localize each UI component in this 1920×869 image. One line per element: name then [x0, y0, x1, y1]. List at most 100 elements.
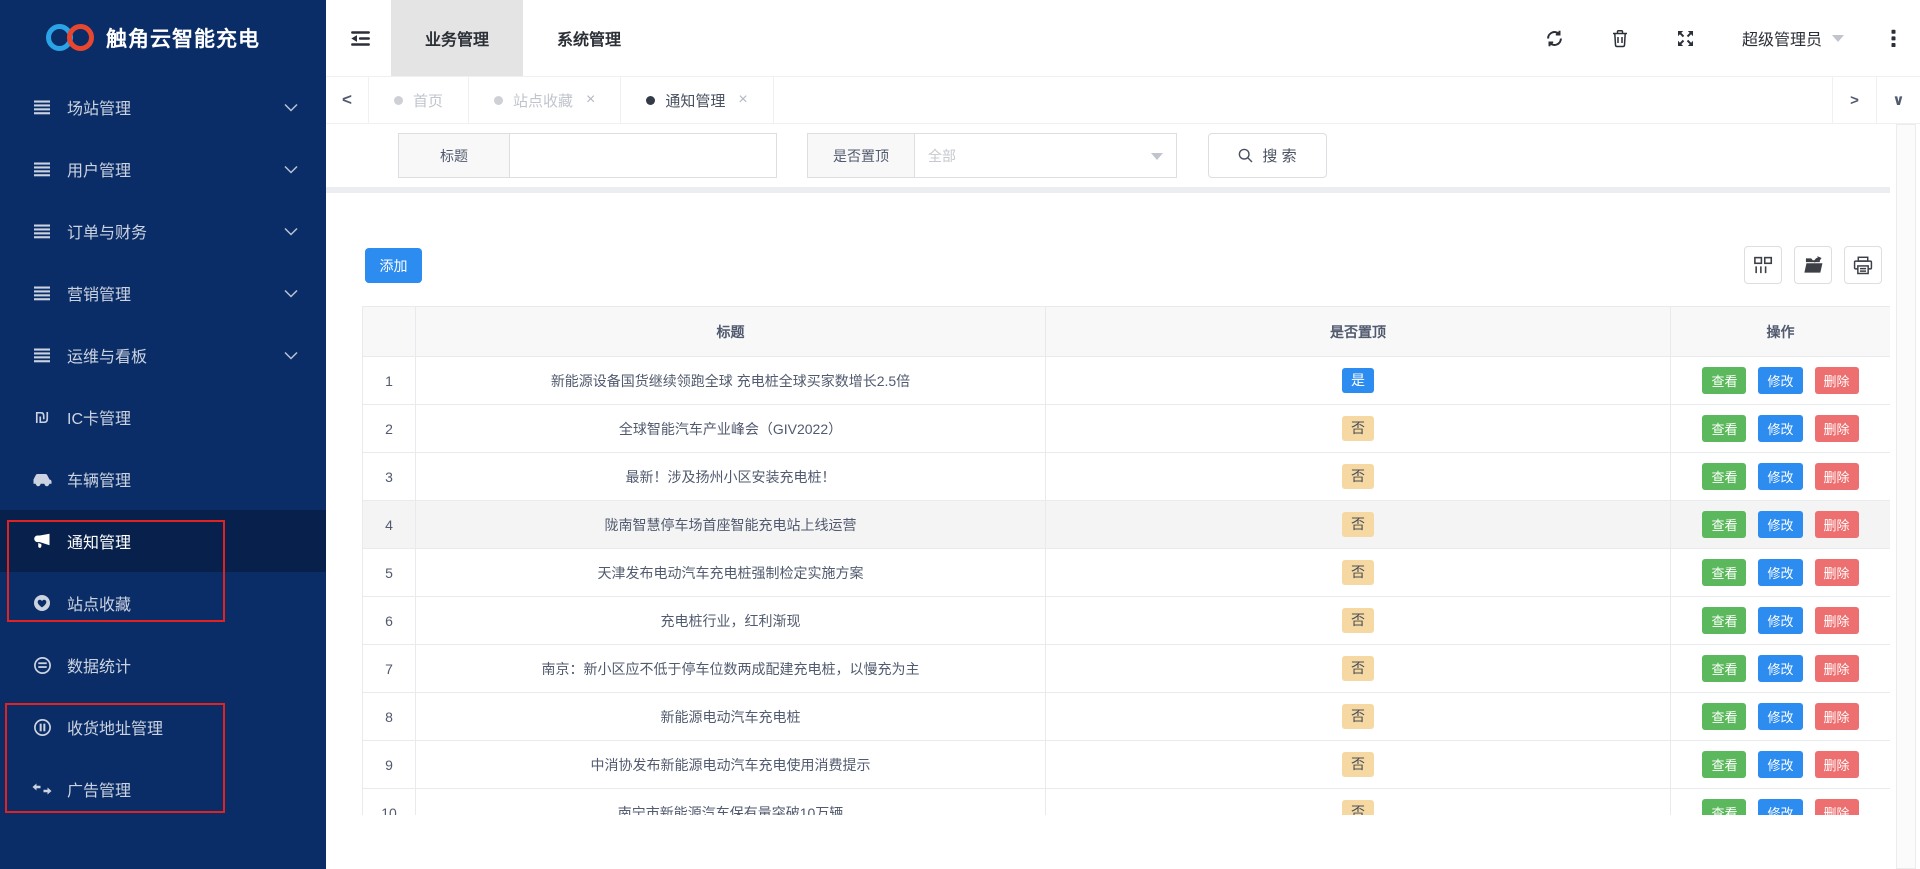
refresh-icon[interactable] — [1545, 29, 1564, 48]
delete-button[interactable]: 删除 — [1814, 463, 1859, 490]
close-tab-icon[interactable]: × — [586, 91, 595, 109]
view-button[interactable]: 查看 — [1702, 703, 1747, 730]
edit-button[interactable]: 修改 — [1758, 559, 1803, 586]
delete-button[interactable]: 删除 — [1814, 607, 1859, 634]
heart-circle-icon — [30, 594, 54, 612]
pinned-cell: 否 — [1045, 788, 1671, 815]
chevron-down-icon — [284, 227, 300, 236]
pinned-cell: 否 — [1045, 452, 1671, 501]
sidebar-item-data-statistics[interactable]: 数据统计 — [0, 634, 326, 696]
title-input[interactable] — [510, 133, 777, 178]
notice-title: 陇南智慧停车场首座智能充电站上线运营 — [415, 500, 1046, 549]
delete-button[interactable]: 删除 — [1814, 367, 1859, 394]
edit-button[interactable]: 修改 — [1758, 703, 1803, 730]
search-button[interactable]: 搜 索 — [1208, 133, 1327, 178]
tabs-scroll-left-icon[interactable]: < — [326, 77, 368, 123]
edit-button[interactable]: 修改 — [1758, 799, 1803, 815]
view-button[interactable]: 查看 — [1702, 655, 1747, 682]
delete-button[interactable]: 删除 — [1814, 655, 1859, 682]
delete-button[interactable]: 删除 — [1814, 415, 1859, 442]
view-button[interactable]: 查看 — [1702, 511, 1747, 538]
notice-title: 中消协发布新能源电动汽车充电使用消费提示 — [415, 740, 1046, 789]
delete-button[interactable]: 删除 — [1814, 559, 1859, 586]
print-button[interactable] — [1844, 246, 1882, 284]
pinned-cell: 否 — [1045, 404, 1671, 453]
columns-setting-button[interactable] — [1744, 246, 1782, 284]
top-menu-business-management[interactable]: 业务管理 — [391, 0, 524, 76]
close-tab-icon[interactable]: × — [738, 91, 747, 109]
tabs-scroll-right-icon[interactable]: > — [1832, 77, 1876, 123]
page-tab-home[interactable]: 首页 — [368, 77, 468, 123]
row-actions: 查看 修改 删除 — [1670, 404, 1890, 453]
view-button[interactable]: 查看 — [1702, 751, 1747, 778]
content-scrollbar[interactable] — [1896, 124, 1916, 869]
edit-button[interactable]: 修改 — [1758, 607, 1803, 634]
sidebar-item-ops-dashboard[interactable]: 运维与看板 — [0, 324, 326, 386]
sidebar-item-ad-management[interactable]: 广告管理 — [0, 758, 326, 820]
menu-lines-icon — [30, 224, 54, 239]
sidebar-item-ic-card-management[interactable]: ₪ IC卡管理 — [0, 386, 326, 448]
pinned-badge: 否 — [1342, 464, 1374, 489]
pinned-cell: 否 — [1045, 692, 1671, 741]
sidebar-item-user-management[interactable]: 用户管理 — [0, 138, 326, 200]
sidebar-item-notice-management[interactable]: 通知管理 — [0, 510, 326, 572]
sidebar-item-orders-finance[interactable]: 订单与财务 — [0, 200, 326, 262]
trash-icon[interactable] — [1611, 29, 1629, 48]
sidebar-item-label: 订单与财务 — [67, 225, 148, 242]
notice-title: 天津发布电动汽车充电桩强制检定实施方案 — [415, 548, 1046, 597]
table-row: 1 新能源设备国货继续领跑全球 充电桩全球买家数增长2.5倍 是 查看 修改 删除 — [362, 356, 1890, 405]
export-icon — [1803, 256, 1824, 274]
delete-button[interactable]: 删除 — [1814, 703, 1859, 730]
delete-button[interactable]: 删除 — [1814, 751, 1859, 778]
export-button[interactable] — [1794, 246, 1832, 284]
tabs-dropdown-icon[interactable]: ∨ — [1876, 77, 1920, 123]
sidebar-item-shipping-address-management[interactable]: 收货地址管理 — [0, 696, 326, 758]
edit-button[interactable]: 修改 — [1758, 511, 1803, 538]
page-tabs: 首页 站点收藏 × 通知管理 × — [368, 77, 774, 123]
page-tab-notice-management[interactable]: 通知管理 × — [620, 77, 774, 123]
pinned-cell: 否 — [1045, 548, 1671, 597]
collapse-sidebar-icon[interactable] — [348, 28, 373, 49]
table-column-header-2: 是否置顶 — [1045, 306, 1671, 357]
view-button[interactable]: 查看 — [1702, 463, 1747, 490]
table-row: 8 新能源电动汽车充电桩 否 查看 修改 删除 — [362, 692, 1890, 741]
view-button[interactable]: 查看 — [1702, 559, 1747, 586]
sidebar-item-label: 运维与看板 — [67, 349, 148, 366]
user-menu[interactable]: 超级管理员 — [1742, 26, 1844, 50]
view-button[interactable]: 查看 — [1702, 367, 1747, 394]
sidebar-item-label: 数据统计 — [67, 659, 132, 676]
sidebar-item-station-management[interactable]: 场站管理 — [0, 76, 326, 138]
pinned-cell: 是 — [1045, 356, 1671, 405]
more-options-icon[interactable] — [1891, 29, 1896, 48]
page-tab-bar: < 首页 站点收藏 × 通知管理 × > ∨ — [326, 76, 1920, 124]
pinned-badge: 否 — [1342, 704, 1374, 729]
fullscreen-icon[interactable] — [1676, 29, 1695, 48]
view-button[interactable]: 查看 — [1702, 415, 1747, 442]
pinned-cell: 否 — [1045, 644, 1671, 693]
delete-button[interactable]: 删除 — [1814, 799, 1859, 815]
sidebar-item-label: 营销管理 — [67, 287, 132, 304]
notice-title: 新能源电动汽车充电桩 — [415, 692, 1046, 741]
edit-button[interactable]: 修改 — [1758, 367, 1803, 394]
view-button[interactable]: 查看 — [1702, 799, 1747, 815]
delete-button[interactable]: 删除 — [1814, 511, 1859, 538]
sidebar-item-site-favorites[interactable]: 站点收藏 — [0, 572, 326, 634]
table-row: 2 全球智能汽车产业峰会（GIV2022） 否 查看 修改 删除 — [362, 404, 1890, 453]
edit-button[interactable]: 修改 — [1758, 415, 1803, 442]
edit-button[interactable]: 修改 — [1758, 751, 1803, 778]
user-name: 超级管理员 — [1741, 32, 1822, 49]
edit-button[interactable]: 修改 — [1758, 463, 1803, 490]
add-button[interactable]: 添加 — [365, 248, 422, 283]
page-tab-site-favorites[interactable]: 站点收藏 × — [468, 77, 620, 123]
top-menu-system-management[interactable]: 系统管理 — [523, 0, 655, 76]
tab-label: 站点收藏 — [513, 92, 574, 110]
top-bar: 业务管理 系统管理 超级管理员 — [326, 0, 1920, 76]
tab-status-dot — [394, 95, 403, 105]
sidebar-item-marketing-management[interactable]: 营销管理 — [0, 262, 326, 324]
view-button[interactable]: 查看 — [1702, 607, 1747, 634]
pin-select[interactable]: 全部 — [915, 133, 1177, 178]
edit-button[interactable]: 修改 — [1758, 655, 1803, 682]
table-row: 5 天津发布电动汽车充电桩强制检定实施方案 否 查看 修改 删除 — [362, 548, 1890, 597]
sidebar-item-vehicle-management[interactable]: 车辆管理 — [0, 448, 326, 510]
brand-rings-icon — [46, 22, 96, 54]
